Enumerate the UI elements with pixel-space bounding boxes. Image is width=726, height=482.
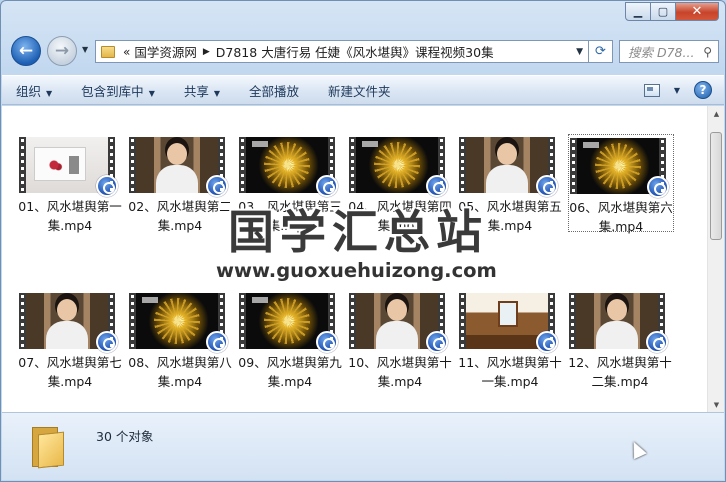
video-thumbnail[interactable] bbox=[349, 293, 448, 353]
recent-pages-dropdown[interactable]: ▼ bbox=[82, 45, 88, 54]
search-input[interactable]: 搜索 D78... ⚲ bbox=[619, 40, 719, 63]
file-item[interactable]: 03、风水堪舆第三集.mp4 bbox=[238, 134, 344, 233]
share-menu[interactable]: 共享 ▼ bbox=[184, 81, 220, 100]
file-item[interactable]: 10、风水堪舆第十集.mp4 bbox=[348, 290, 454, 389]
file-item[interactable]: 04、风水堪舆第四集.mp4 bbox=[348, 134, 454, 233]
breadcrumb-current-folder[interactable]: D7818 大唐行易 任婕《风水堪舆》课程视频30集 bbox=[216, 42, 494, 61]
file-name: 10、风水堪舆第十集.mp4 bbox=[348, 355, 452, 389]
media-player-badge-icon bbox=[426, 175, 448, 197]
media-player-badge-icon bbox=[647, 176, 669, 198]
video-thumbnail[interactable] bbox=[570, 138, 669, 198]
caption-buttons: ▁ ▢ ✕ bbox=[625, 2, 719, 21]
file-name: 09、风水堪舆第九集.mp4 bbox=[238, 355, 342, 389]
explorer-window: ▁ ▢ ✕ ← → ▼ « 国学资源网 ▶ D7818 大唐行易 任婕《风水堪舆… bbox=[0, 0, 726, 482]
help-icon[interactable]: ? bbox=[694, 81, 712, 99]
media-player-badge-icon bbox=[426, 331, 448, 353]
video-thumbnail[interactable] bbox=[239, 137, 338, 197]
command-bar: 组织 ▼ 包含到库中 ▼ 共享 ▼ 全部播放 新建文件夹 ▼ ? bbox=[2, 75, 724, 105]
video-thumbnail[interactable] bbox=[459, 293, 558, 353]
breadcrumb-separator-icon[interactable]: ▶ bbox=[203, 47, 210, 57]
forward-arrow-icon[interactable]: → bbox=[47, 36, 77, 66]
scroll-down-icon[interactable]: ▼ bbox=[709, 397, 724, 413]
refresh-icon[interactable]: ⟳ bbox=[589, 40, 613, 63]
file-item[interactable]: 06、风水堪舆第六集.mp4 bbox=[568, 134, 674, 234]
file-name: 12、风水堪舆第十二集.mp4 bbox=[568, 355, 672, 389]
media-player-badge-icon bbox=[96, 175, 118, 197]
organize-menu[interactable]: 组织 ▼ bbox=[16, 81, 52, 100]
scroll-up-icon[interactable]: ▲ bbox=[709, 106, 724, 122]
file-name: 08、风水堪舆第八集.mp4 bbox=[128, 355, 232, 389]
media-player-badge-icon bbox=[536, 175, 558, 197]
media-player-badge-icon bbox=[316, 331, 338, 353]
file-item[interactable]: 09、风水堪舆第九集.mp4 bbox=[238, 290, 344, 389]
file-name: 04、风水堪舆第四集.mp4 bbox=[348, 199, 452, 233]
file-name: 02、风水堪舆第二集.mp4 bbox=[128, 199, 232, 233]
file-item[interactable]: 02、风水堪舆第二集.mp4 bbox=[128, 134, 234, 233]
address-bar[interactable]: « 国学资源网 ▶ D7818 大唐行易 任婕《风水堪舆》课程视频30集 ▼ bbox=[95, 40, 589, 63]
maximize-button[interactable]: ▢ bbox=[650, 2, 676, 21]
address-overflow-chevron[interactable]: « bbox=[123, 45, 130, 59]
details-pane: 30 个对象 bbox=[2, 412, 724, 480]
file-name: 11、风水堪舆第十一集.mp4 bbox=[458, 355, 562, 389]
new-folder-button[interactable]: 新建文件夹 bbox=[328, 81, 391, 100]
play-all-button[interactable]: 全部播放 bbox=[249, 81, 299, 100]
media-player-badge-icon bbox=[646, 331, 668, 353]
back-arrow-icon[interactable]: ← bbox=[11, 36, 41, 66]
file-name: 03、风水堪舆第三集.mp4 bbox=[238, 199, 342, 233]
scrollbar-thumb[interactable] bbox=[710, 132, 722, 240]
video-thumbnail[interactable] bbox=[19, 137, 118, 197]
vertical-scrollbar[interactable]: ▲ ▼ bbox=[707, 106, 724, 413]
media-player-badge-icon bbox=[316, 175, 338, 197]
file-name: 01、风水堪舆第一集.mp4 bbox=[18, 199, 122, 233]
video-thumbnail[interactable] bbox=[349, 137, 448, 197]
media-player-badge-icon bbox=[536, 331, 558, 353]
file-item[interactable]: 12、风水堪舆第十二集.mp4 bbox=[568, 290, 674, 389]
view-options-dropdown[interactable]: ▼ bbox=[674, 86, 680, 95]
toolbar-right: ▼ ? bbox=[643, 81, 712, 99]
search-icon[interactable]: ⚲ bbox=[703, 45, 718, 59]
file-name: 06、风水堪舆第六集.mp4 bbox=[569, 200, 673, 234]
video-thumbnail[interactable] bbox=[129, 137, 228, 197]
file-name: 07、风水堪舆第七集.mp4 bbox=[18, 355, 122, 389]
minimize-button[interactable]: ▁ bbox=[625, 2, 651, 21]
search-placeholder: 搜索 D78... bbox=[628, 45, 695, 60]
file-item[interactable]: 08、风水堪舆第八集.mp4 bbox=[128, 290, 234, 389]
media-player-badge-icon bbox=[206, 331, 228, 353]
file-list-pane[interactable]: 01、风水堪舆第一集.mp4 02、风水堪舆第二集.mp4 03、风水堪舆第三集.m… bbox=[2, 106, 724, 413]
folder-icon bbox=[101, 45, 115, 58]
item-count: 30 个对象 bbox=[96, 429, 154, 444]
watermark-url: www.guoxuehuizong.com bbox=[216, 259, 497, 282]
media-player-badge-icon bbox=[96, 331, 118, 353]
video-thumbnail[interactable] bbox=[19, 293, 118, 353]
breadcrumb-root[interactable]: 国学资源网 bbox=[134, 42, 197, 61]
folder-icon bbox=[30, 427, 66, 469]
address-dropdown-icon[interactable]: ▼ bbox=[571, 47, 588, 57]
file-item[interactable]: 07、风水堪舆第七集.mp4 bbox=[18, 290, 124, 389]
file-item[interactable]: 05、风水堪舆第五集.mp4 bbox=[458, 134, 564, 233]
file-item[interactable]: 01、风水堪舆第一集.mp4 bbox=[18, 134, 124, 233]
video-thumbnail[interactable] bbox=[239, 293, 338, 353]
media-player-badge-icon bbox=[206, 175, 228, 197]
change-view-icon[interactable] bbox=[643, 83, 660, 97]
file-item[interactable]: 11、风水堪舆第十一集.mp4 bbox=[458, 290, 564, 389]
file-name: 05、风水堪舆第五集.mp4 bbox=[458, 199, 562, 233]
include-in-library-menu[interactable]: 包含到库中 ▼ bbox=[81, 81, 155, 100]
video-thumbnail[interactable] bbox=[569, 293, 668, 353]
navigation-bar: ← → ▼ « 国学资源网 ▶ D7818 大唐行易 任婕《风水堪舆》课程视频3… bbox=[9, 35, 719, 67]
close-button[interactable]: ✕ bbox=[675, 2, 719, 21]
video-thumbnail[interactable] bbox=[459, 137, 558, 197]
video-thumbnail[interactable] bbox=[129, 293, 228, 353]
